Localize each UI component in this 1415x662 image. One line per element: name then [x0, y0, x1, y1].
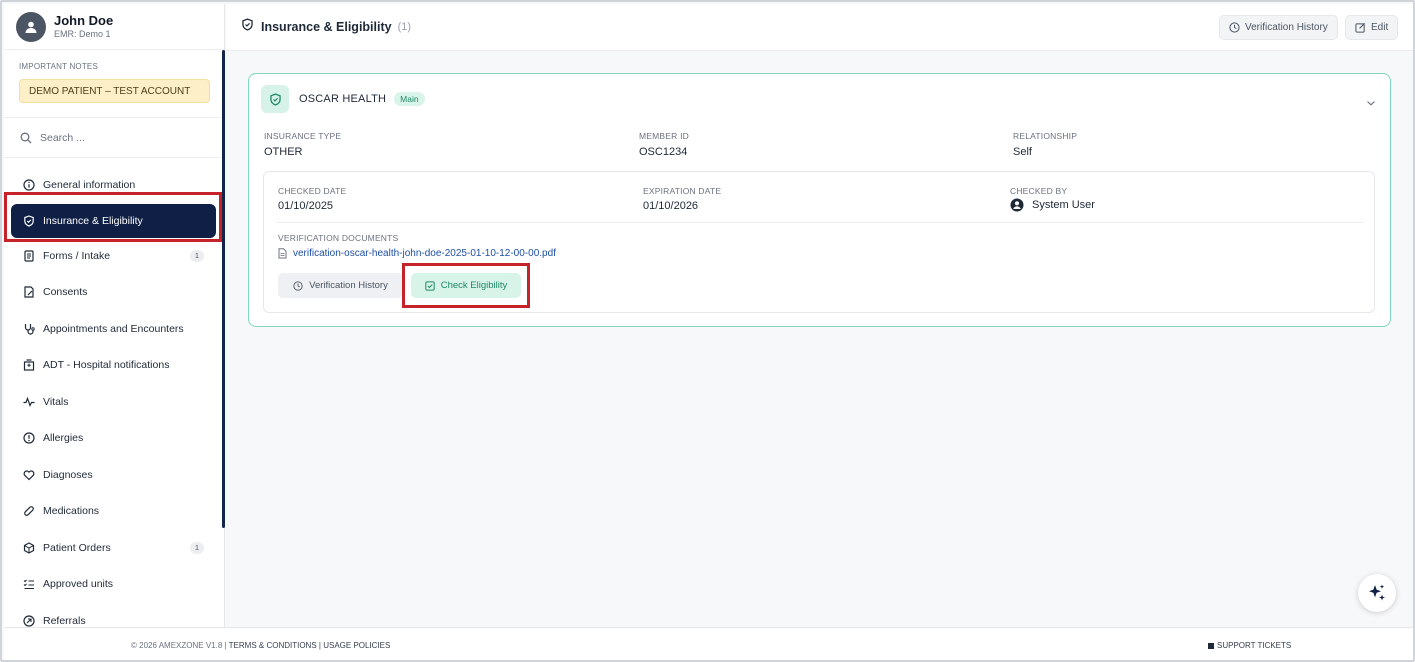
- usage-policies-link[interactable]: USAGE POLICIES: [323, 641, 390, 650]
- sidebar-item-label: ADT - Hospital notifications: [43, 359, 170, 372]
- support-tickets-label: SUPPORT TICKETS: [1217, 641, 1292, 650]
- highlight-box-check-eligibility: [402, 263, 530, 308]
- card-header[interactable]: OSCAR HEALTH Main: [261, 85, 425, 113]
- count-badge: 1: [190, 541, 204, 554]
- sidebar-item-appointments[interactable]: Appointments and Encounters: [4, 311, 224, 348]
- insurance-type-label: INSURANCE TYPE: [264, 131, 342, 141]
- important-notes: IMPORTANT NOTES DEMO PATIENT – TEST ACCO…: [4, 50, 224, 118]
- consent-icon: [22, 285, 36, 299]
- pulse-icon: [22, 395, 36, 409]
- checked-by-name: System User: [1032, 199, 1095, 211]
- sidebar-item-adt[interactable]: ADT - Hospital notifications: [4, 347, 224, 384]
- page-header: Insurance & Eligibility (1) Verification…: [226, 4, 1413, 51]
- sidebar-item-vitals[interactable]: Vitals: [4, 384, 224, 421]
- user-icon: [1010, 198, 1024, 212]
- checked-date-label: CHECKED DATE: [278, 186, 347, 196]
- sidebar: John Doe EMR: Demo 1 IMPORTANT NOTES DEM…: [4, 4, 225, 627]
- verification-history-label: Verification History: [1245, 22, 1328, 33]
- copyright: © 2026 AMEXZONE V1.8 |: [131, 641, 227, 650]
- info-icon: [22, 178, 36, 192]
- count-badge: 1: [190, 249, 204, 262]
- support-tickets-link[interactable]: SUPPORT TICKETS: [1208, 641, 1291, 650]
- notes-label: IMPORTANT NOTES: [19, 62, 99, 71]
- patient-name: John Doe: [54, 13, 114, 28]
- hospital-icon: [22, 358, 36, 372]
- verification-documents-label: VERIFICATION DOCUMENTS: [278, 233, 399, 243]
- sidebar-item-label: Allergies: [43, 432, 84, 445]
- carrier-name: OSCAR HEALTH: [299, 93, 387, 105]
- sparkle-icon: [1369, 584, 1385, 601]
- edit-icon: [1355, 22, 1366, 33]
- referral-icon: [22, 614, 36, 628]
- clock-icon: [1229, 22, 1240, 33]
- sidebar-item-label: Vitals: [43, 395, 69, 408]
- sidebar-scrollbar[interactable]: [222, 50, 225, 528]
- patient-profile[interactable]: John Doe EMR: Demo 1: [4, 4, 224, 50]
- footer-separator: |: [318, 641, 321, 650]
- main-badge: Main: [394, 92, 425, 106]
- verification-history-label: Verification History: [309, 280, 388, 291]
- sidebar-item-label: Appointments and Encounters: [43, 322, 184, 335]
- edit-button[interactable]: Edit: [1345, 15, 1399, 40]
- chevron-down-icon[interactable]: [1366, 94, 1376, 112]
- checklist-icon: [22, 577, 36, 591]
- search-icon: [20, 132, 32, 143]
- sidebar-item-medications[interactable]: Medications: [4, 493, 224, 530]
- search-placeholder: Search ...: [40, 131, 85, 144]
- alert-icon: [22, 431, 36, 445]
- sidebar-item-label: General information: [43, 179, 136, 192]
- shield-icon: [241, 18, 254, 36]
- box-icon: [22, 541, 36, 555]
- app-frame: John Doe EMR: Demo 1 IMPORTANT NOTES DEM…: [0, 0, 1415, 662]
- sidebar-item-label: Forms / Intake: [43, 249, 111, 262]
- checked-date-value: 01/10/2025: [278, 200, 334, 212]
- sidebar-item-forms-intake[interactable]: Forms / Intake 1: [4, 238, 224, 275]
- page-count: (1): [397, 21, 412, 33]
- file-icon: [278, 248, 287, 259]
- shield-icon: [261, 85, 289, 113]
- member-id-value: OSC1234: [639, 146, 688, 158]
- clock-icon: [293, 280, 303, 291]
- footer-links: © 2026 AMEXZONE V1.8 | TERMS & CONDITION…: [131, 641, 390, 650]
- relationship-value: Self: [1013, 146, 1032, 158]
- ticket-icon: [1208, 642, 1214, 649]
- sidebar-item-label: Approved units: [43, 578, 114, 591]
- sidebar-item-diagnoses[interactable]: Diagnoses: [4, 457, 224, 494]
- notes-badge: DEMO PATIENT – TEST ACCOUNT: [19, 79, 210, 103]
- expiration-date-label: EXPIRATION DATE: [643, 186, 722, 196]
- sidebar-item-label: Patient Orders: [43, 541, 111, 554]
- expiration-date-value: 01/10/2026: [643, 200, 699, 212]
- divider: [276, 222, 1364, 223]
- patient-emr: EMR: Demo 1: [54, 29, 111, 39]
- checked-by-label: CHECKED BY: [1010, 186, 1068, 196]
- highlight-box-sidebar: [4, 192, 222, 242]
- document-filename: verification-oscar-health-john-doe-2025-…: [293, 248, 556, 259]
- edit-label: Edit: [1371, 22, 1389, 33]
- ai-assistant-button[interactable]: [1358, 574, 1396, 612]
- verification-history-button[interactable]: Verification History: [1219, 15, 1338, 40]
- member-id-label: MEMBER ID: [639, 131, 689, 141]
- heart-icon: [22, 468, 36, 482]
- checked-by-value: System User: [1010, 198, 1095, 212]
- sidebar-item-allergies[interactable]: Allergies: [4, 420, 224, 457]
- insurance-type-value: OTHER: [264, 146, 303, 158]
- relationship-label: RELATIONSHIP: [1013, 131, 1078, 141]
- footer: © 2026 AMEXZONE V1.8 | TERMS & CONDITION…: [4, 627, 1413, 660]
- sidebar-item-label: Referrals: [43, 614, 86, 627]
- verification-history-button[interactable]: Verification History: [278, 273, 403, 298]
- page-title: Insurance & Eligibility: [261, 20, 392, 34]
- terms-link[interactable]: TERMS & CONDITIONS: [229, 641, 317, 650]
- verification-document-link[interactable]: verification-oscar-health-john-doe-2025-…: [278, 248, 556, 259]
- avatar-icon: [16, 11, 46, 42]
- sidebar-item-approved-units[interactable]: Approved units: [4, 566, 224, 603]
- sidebar-item-patient-orders[interactable]: Patient Orders 1: [4, 530, 224, 567]
- search-input[interactable]: Search ...: [4, 118, 224, 158]
- stethoscope-icon: [22, 322, 36, 336]
- pill-icon: [22, 504, 36, 518]
- sidebar-item-label: Medications: [43, 505, 100, 518]
- document-icon: [22, 249, 36, 263]
- sidebar-item-consents[interactable]: Consents: [4, 274, 224, 311]
- sidebar-item-label: Consents: [43, 286, 88, 299]
- sidebar-item-label: Diagnoses: [43, 468, 93, 481]
